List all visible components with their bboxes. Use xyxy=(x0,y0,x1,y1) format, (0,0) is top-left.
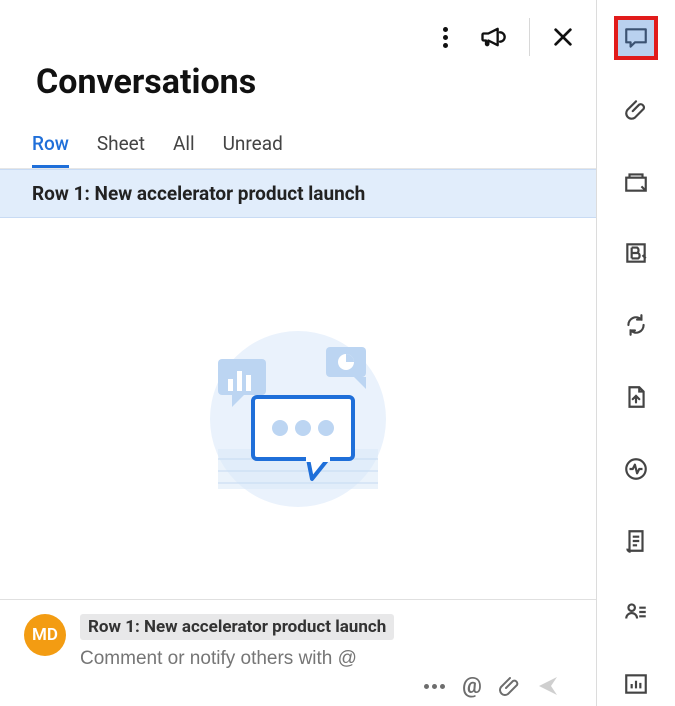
megaphone-icon xyxy=(479,23,507,51)
composer-more-button[interactable] xyxy=(422,674,446,698)
conversation-tabs: Row Sheet All Unread xyxy=(0,102,596,169)
mention-button[interactable]: @ xyxy=(460,674,484,698)
panel-top-actions xyxy=(433,18,574,56)
conversations-panel: Conversations Row Sheet All Unread Row 1… xyxy=(0,0,597,706)
chart-icon xyxy=(623,671,649,697)
close-panel-button[interactable] xyxy=(552,26,574,48)
brand-icon xyxy=(623,240,649,266)
sidebar-item-activity[interactable] xyxy=(614,447,658,491)
more-options-button[interactable] xyxy=(433,25,457,49)
sidebar-item-document[interactable] xyxy=(614,519,658,563)
announcements-button[interactable] xyxy=(479,23,507,51)
sidebar-item-upload[interactable] xyxy=(614,375,658,419)
tab-unread[interactable]: Unread xyxy=(223,132,283,168)
tab-sheet[interactable]: Sheet xyxy=(97,132,145,168)
sidebar-item-chart[interactable] xyxy=(614,662,658,706)
tab-all[interactable]: All xyxy=(173,132,195,168)
people-icon xyxy=(623,599,649,625)
proofs-icon xyxy=(623,169,649,195)
sidebar-item-brand[interactable] xyxy=(614,231,658,275)
rail-sidebar xyxy=(597,0,675,706)
sidebar-item-comments[interactable] xyxy=(614,16,658,60)
composer-actions: @ xyxy=(24,670,578,698)
send-icon xyxy=(536,674,560,698)
dots-icon xyxy=(424,684,445,689)
document-icon xyxy=(623,528,649,554)
sidebar-item-attachments[interactable] xyxy=(614,88,658,132)
sidebar-item-people[interactable] xyxy=(614,590,658,634)
close-icon xyxy=(552,26,574,48)
comment-input[interactable] xyxy=(80,646,578,670)
activity-icon xyxy=(623,456,649,482)
divider xyxy=(529,18,530,56)
at-icon: @ xyxy=(462,674,482,699)
sidebar-item-refresh[interactable] xyxy=(614,303,658,347)
avatar: MD xyxy=(24,614,66,656)
composer-context-chip[interactable]: Row 1: New accelerator product launch xyxy=(80,614,394,640)
selected-row-banner[interactable]: Row 1: New accelerator product launch xyxy=(0,169,596,218)
empty-state-illustration xyxy=(0,218,596,599)
attachments-icon xyxy=(623,97,649,123)
sidebar-item-proofs[interactable] xyxy=(614,160,658,204)
comment-composer: MD Row 1: New accelerator product launch… xyxy=(0,599,596,706)
comments-icon xyxy=(623,25,649,51)
send-button[interactable] xyxy=(536,674,560,698)
tab-row[interactable]: Row xyxy=(32,132,69,168)
upload-icon xyxy=(623,384,649,410)
paperclip-icon xyxy=(498,674,522,698)
attach-button[interactable] xyxy=(498,674,522,698)
refresh-icon xyxy=(623,312,649,338)
